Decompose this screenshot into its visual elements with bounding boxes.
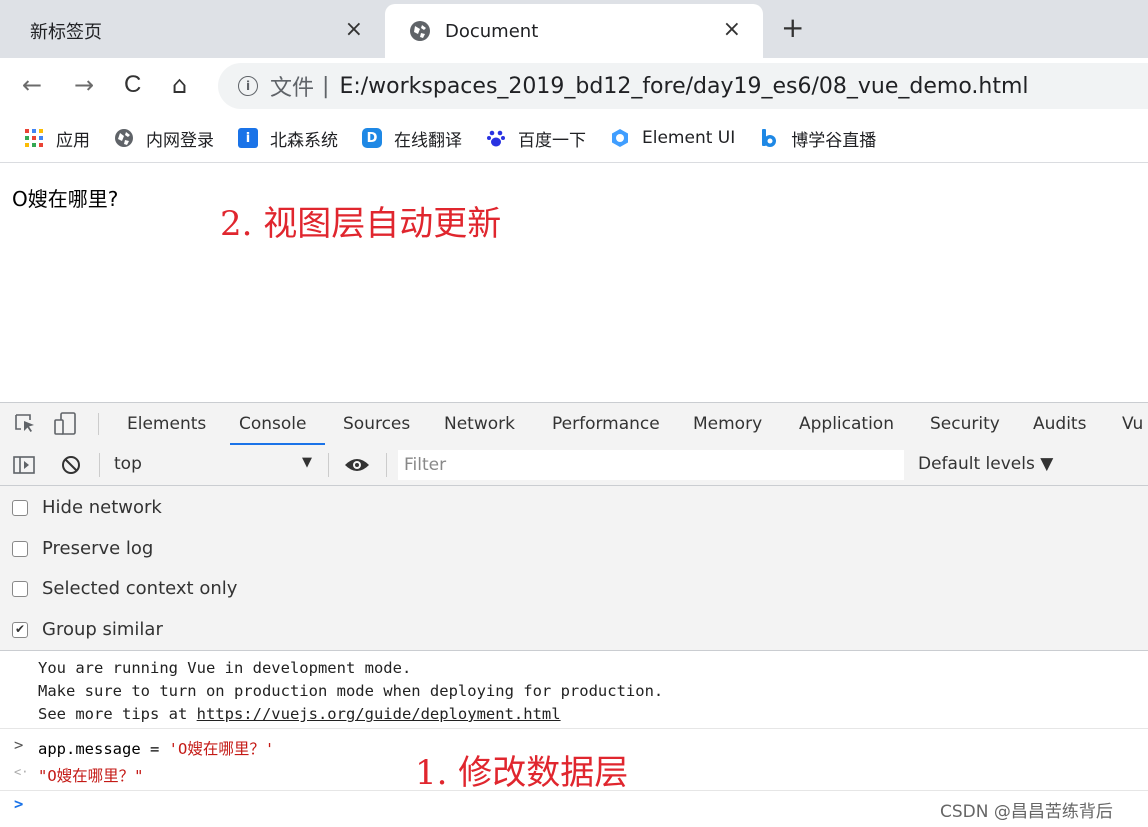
input-prompt-icon: > <box>14 736 24 754</box>
checkbox[interactable] <box>12 540 28 557</box>
tab-memory[interactable]: Memory <box>693 403 762 445</box>
protocol-label: 文件 <box>270 76 315 101</box>
divider <box>99 453 100 477</box>
tab-label: 新标签页 <box>30 22 102 43</box>
context-selector[interactable]: top <box>114 454 142 474</box>
console-input-line: app.message = 'O嫂在哪里？' <box>38 737 274 759</box>
divider <box>0 728 1148 729</box>
separator: | <box>322 73 330 99</box>
code-text: app.message = <box>38 740 169 758</box>
message-line: See more tips at <box>38 705 197 723</box>
info-badge-icon: i <box>238 128 258 148</box>
chevron-down-icon[interactable]: ▼ <box>302 455 312 470</box>
devtools-tab-bar: Elements Console Sources Network Perform… <box>0 402 1148 446</box>
divider <box>328 453 329 477</box>
annotation-view-update: 2. 视图层自动更新 <box>220 204 502 244</box>
globe-icon <box>115 129 133 147</box>
bookmark-baidu[interactable]: 百度一下 <box>486 126 586 151</box>
tab-new-tab[interactable]: 新标签页 × <box>0 4 385 58</box>
bookmark-boxuegu[interactable]: 博学谷直播 <box>759 126 876 151</box>
bookmark-beisen[interactable]: i 北森系统 <box>238 126 338 151</box>
tab-performance[interactable]: Performance <box>552 403 660 445</box>
back-button[interactable]: ← <box>22 70 42 100</box>
globe-icon <box>410 21 430 41</box>
tab-console[interactable]: Console <box>230 403 325 445</box>
bookmark-label: 百度一下 <box>518 130 586 151</box>
tab-label: Document <box>445 20 539 42</box>
filter-input[interactable]: Filter <box>398 450 904 480</box>
new-tab-button[interactable]: + <box>781 14 804 42</box>
close-icon[interactable]: × <box>345 19 363 41</box>
tab-network[interactable]: Network <box>444 403 515 445</box>
tab-security[interactable]: Security <box>930 403 1000 445</box>
output-prompt-icon: <· <box>14 765 29 779</box>
setting-preserve-log[interactable]: Preserve log <box>12 538 153 559</box>
checkbox[interactable] <box>12 580 28 597</box>
setting-label: Selected context only <box>42 578 238 599</box>
console-output-value: "O嫂在哪里？" <box>38 767 144 785</box>
checkbox[interactable] <box>12 499 28 516</box>
tab-elements[interactable]: Elements <box>127 403 206 445</box>
element-logo-icon <box>612 129 628 147</box>
vue-dev-message: You are running Vue in development mode.… <box>38 657 663 726</box>
message-line: Make sure to turn on production mode whe… <box>38 682 664 700</box>
annotation-data-update: 1. 修改数据层 <box>415 753 629 793</box>
setting-label: Preserve log <box>42 538 154 559</box>
bookmark-label: 北森系统 <box>270 130 338 151</box>
setting-label: Group similar <box>42 619 163 640</box>
bookmark-label: Element UI <box>642 128 736 148</box>
setting-group-similar[interactable]: ✔ Group similar <box>12 619 163 640</box>
bookmarks-bar: 应用 内网登录 i 北森系统 D 在线翻译 百度一下 Element UI 博学… <box>0 114 1148 163</box>
info-icon[interactable]: i <box>238 76 258 96</box>
device-toolbar-icon[interactable] <box>53 412 81 436</box>
home-button[interactable]: ⌂ <box>172 70 187 100</box>
close-icon[interactable]: × <box>723 19 741 41</box>
setting-hide-network[interactable]: Hide network <box>12 497 162 518</box>
bookmark-label: 在线翻译 <box>394 130 462 151</box>
log-levels-dropdown[interactable]: Default levels ▼ <box>918 454 1053 474</box>
bookmark-intranet[interactable]: 内网登录 <box>114 126 214 151</box>
address-bar[interactable]: i 文件 | E:/workspaces_2019_bd12_fore/day1… <box>218 63 1148 109</box>
bookmark-element-ui[interactable]: Element UI <box>610 128 735 148</box>
message-line: You are running Vue in development mode. <box>38 659 412 677</box>
tab-audits[interactable]: Audits <box>1033 403 1086 445</box>
divider <box>386 453 387 477</box>
tab-document[interactable]: Document × <box>385 4 763 58</box>
tab-application[interactable]: Application <box>799 403 894 445</box>
clear-console-icon[interactable] <box>61 455 81 475</box>
setting-label: Hide network <box>42 497 162 518</box>
page-message: O嫂在哪里? <box>12 187 119 211</box>
sidebar-toggle-icon[interactable] <box>13 456 35 474</box>
forward-button[interactable]: → <box>74 70 94 100</box>
bookmark-label: 博学谷直播 <box>791 130 877 151</box>
setting-selected-context[interactable]: Selected context only <box>12 578 237 599</box>
watermark: CSDN @昌昌苦练背后 <box>940 802 1113 822</box>
deployment-link[interactable]: https://vuejs.org/guide/deployment.html <box>197 705 561 723</box>
inspect-element-icon[interactable] <box>15 414 37 434</box>
b-logo-icon <box>762 129 777 147</box>
bookmark-translate[interactable]: D 在线翻译 <box>362 126 462 151</box>
checkbox-checked[interactable]: ✔ <box>12 621 28 638</box>
d-badge-icon: D <box>362 128 382 148</box>
url-text[interactable]: E:/workspaces_2019_bd12_fore/day19_es6/0… <box>339 74 1028 99</box>
divider <box>98 413 99 435</box>
paw-icon <box>487 130 505 147</box>
reload-button[interactable]: C <box>124 70 141 100</box>
string-literal: 'O嫂在哪里？' <box>168 740 275 758</box>
tab-vue[interactable]: Vu <box>1122 403 1143 445</box>
tab-sources[interactable]: Sources <box>343 403 410 445</box>
bookmark-label: 应用 <box>56 130 90 151</box>
apps-grid-icon <box>25 129 43 147</box>
eye-icon[interactable] <box>344 457 370 473</box>
bookmark-apps[interactable]: 应用 <box>24 126 90 151</box>
console-prompt[interactable]: > <box>14 795 23 813</box>
console-settings: Hide network Preserve log Selected conte… <box>0 486 1148 651</box>
bookmark-label: 内网登录 <box>146 130 214 151</box>
